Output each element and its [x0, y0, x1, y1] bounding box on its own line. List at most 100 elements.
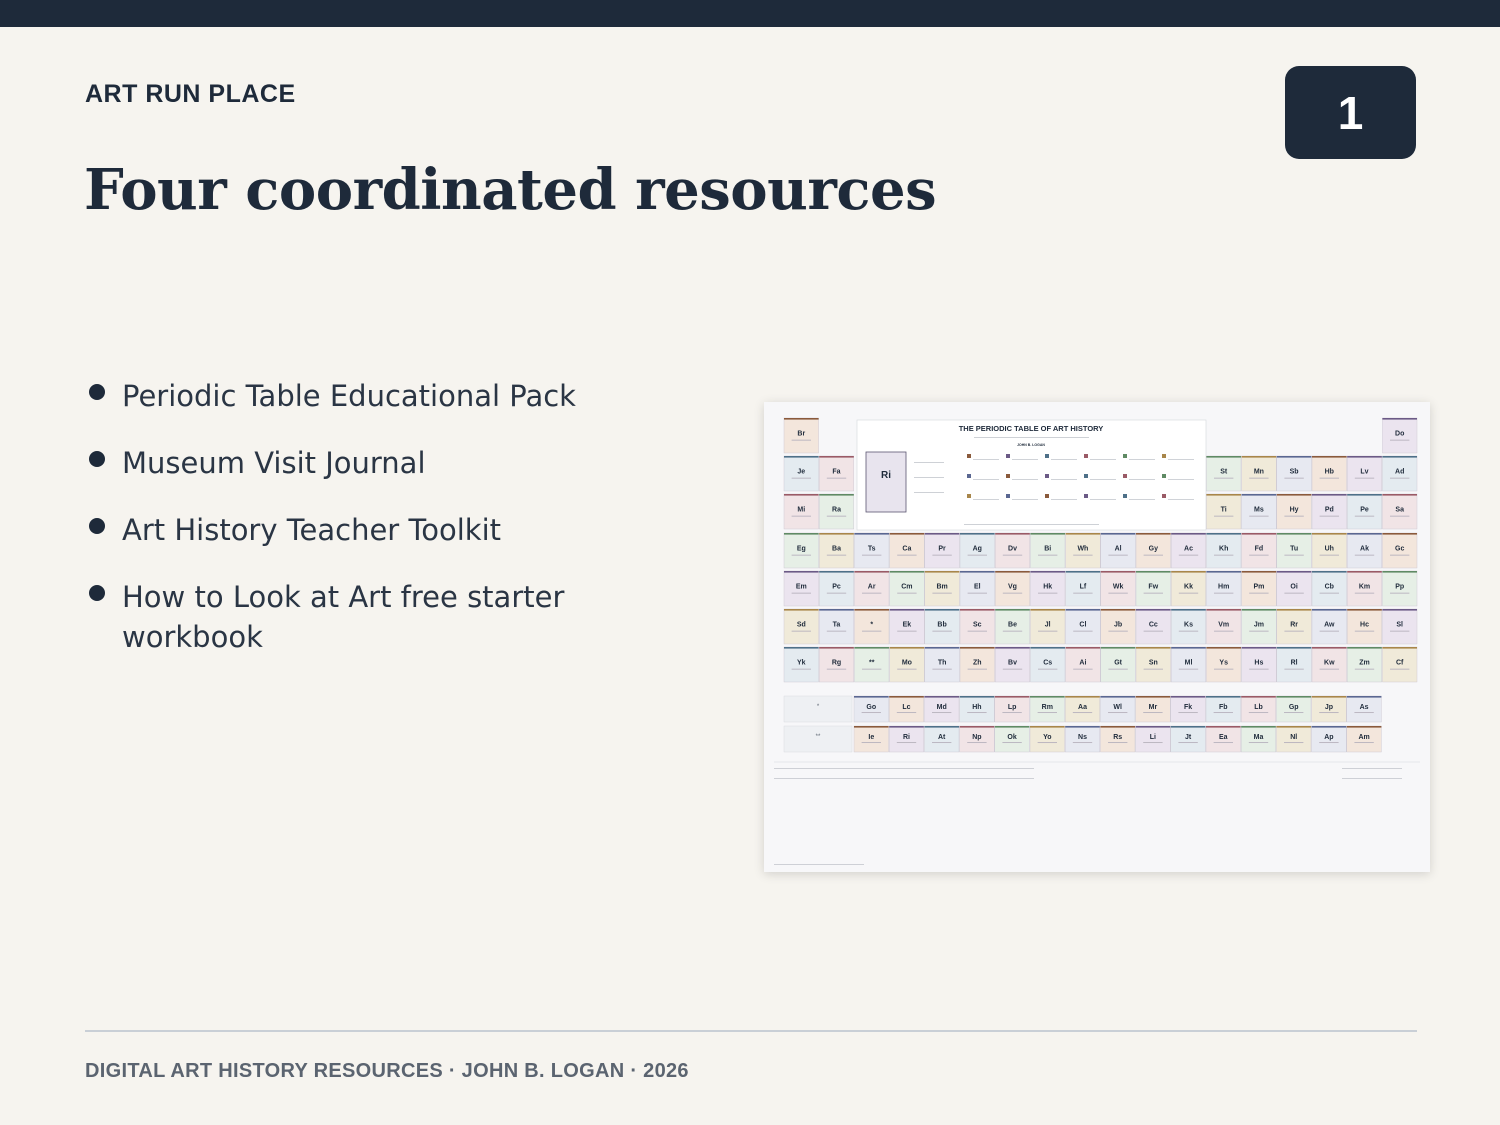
element-cell: Vg — [994, 570, 1030, 607]
element-cell: Lv — [1347, 455, 1383, 492]
element-cell: Rr — [1276, 608, 1312, 645]
element-symbol: Lf — [1080, 584, 1087, 591]
element-cell: Ap — [1311, 725, 1347, 753]
element-cell: Bm — [924, 570, 960, 607]
element-symbol: Hm — [1218, 584, 1229, 591]
element-symbol: Ts — [868, 546, 876, 553]
element-symbol: Hs — [1254, 660, 1263, 667]
element-cell: Ba — [819, 532, 854, 569]
element-cell: Jm — [1241, 608, 1277, 645]
series-marker: ** — [816, 734, 821, 740]
element-cell: Gp — [1276, 695, 1312, 723]
element-cell: Ie — [853, 725, 889, 753]
element-cell: Oi — [1276, 570, 1312, 607]
element-cell: Jb — [1100, 608, 1136, 645]
element-symbol: Ti — [1221, 507, 1227, 514]
element-symbol: Mr — [1149, 704, 1158, 711]
element-cell: Br — [783, 417, 819, 454]
element-cell: Rl — [1276, 646, 1312, 683]
element-cell: Dv — [994, 532, 1030, 569]
element-symbol: Hb — [1325, 469, 1334, 476]
element-cell: Sc — [959, 608, 995, 645]
element-symbol: Cb — [1325, 584, 1334, 591]
element-cell: Ml — [1171, 646, 1207, 683]
element-symbol: El — [974, 584, 981, 591]
element-symbol: Be — [1008, 622, 1017, 629]
element-symbol: Yk — [797, 660, 806, 667]
element-symbol: Fk — [1184, 704, 1192, 711]
element-symbol: Pe — [1360, 507, 1369, 514]
element-cell: Zh — [959, 646, 995, 683]
bullet-dot-icon — [89, 518, 105, 534]
element-cell: Ea — [1205, 725, 1241, 753]
element-symbol: Li — [1150, 734, 1156, 741]
element-cell: ** — [854, 646, 890, 683]
slide-number-badge: 1 — [1285, 66, 1416, 159]
element-cell: Jt — [1170, 725, 1206, 753]
element-cell: Hs — [1241, 646, 1277, 683]
element-symbol: Uh — [1325, 546, 1334, 553]
element-cell: Ek — [889, 608, 925, 645]
element-symbol: Ai — [1079, 660, 1086, 667]
list-item-label: How to Look at Art free starter workbook — [122, 580, 565, 654]
element-cell: Jl — [1030, 608, 1066, 645]
element-symbol: Gy — [1149, 546, 1158, 553]
element-symbol: Ea — [1219, 734, 1228, 741]
element-symbol: Dv — [1008, 546, 1017, 553]
element-symbol: Zh — [973, 660, 982, 667]
element-symbol: Ak — [1360, 546, 1369, 553]
element-cell: Ti — [1206, 493, 1242, 530]
element-symbol: Jb — [1114, 622, 1122, 629]
element-symbol: Mi — [797, 507, 805, 514]
element-cell: Ad — [1382, 455, 1418, 492]
element-symbol: Hh — [972, 704, 981, 711]
element-cell: Kk — [1171, 570, 1207, 607]
top-bar — [0, 0, 1500, 27]
element-cell: Pc — [819, 570, 854, 607]
element-cell: Ca — [889, 532, 925, 569]
element-symbol: Jm — [1254, 622, 1264, 629]
slide-title: Four coordinated resources — [84, 157, 937, 223]
poster-author: JOHN B. LOGAN — [1017, 443, 1045, 447]
element-symbol: Pm — [1253, 584, 1264, 591]
periodic-table-poster: THE PERIODIC TABLE OF ART HISTORY JOHN B… — [764, 402, 1430, 872]
element-cell: Go — [853, 695, 889, 723]
element-cell: Mo — [889, 646, 925, 683]
element-symbol: Pp — [1395, 584, 1404, 591]
element-symbol: Aw — [1324, 622, 1335, 629]
element-cell: Md — [924, 695, 960, 723]
element-symbol: Ns — [1078, 734, 1087, 741]
element-symbol: Ta — [833, 622, 841, 629]
element-symbol: Gt — [1114, 660, 1122, 667]
element-cell: Ts — [854, 532, 890, 569]
element-symbol: Wh — [1077, 546, 1088, 553]
element-symbol: Cf — [1396, 660, 1404, 667]
element-symbol: Kk — [1184, 584, 1193, 591]
list-item: Museum Visit Journal — [88, 443, 648, 483]
element-cell: Mn — [1241, 455, 1277, 492]
element-cell: Kh — [1206, 532, 1242, 569]
element-symbol: Ra — [832, 507, 841, 514]
list-item: How to Look at Art free starter workbook — [88, 577, 648, 657]
element-cell: Aw — [1311, 608, 1347, 645]
element-symbol: Ba — [832, 546, 841, 553]
element-symbol: Cc — [1149, 622, 1158, 629]
element-cell: Zm — [1347, 646, 1383, 683]
element-symbol: Th — [938, 660, 947, 667]
element-symbol: Rr — [1290, 622, 1298, 629]
element-symbol: Ok — [1007, 734, 1016, 741]
element-cell: Pm — [1241, 570, 1277, 607]
element-symbol: Yo — [1043, 734, 1051, 741]
element-symbol: Sl — [1396, 622, 1403, 629]
element-symbol: Ml — [1185, 660, 1193, 667]
element-symbol: Mn — [1254, 469, 1264, 476]
element-cell: Mr — [1135, 695, 1171, 723]
element-cell: Bb — [924, 608, 960, 645]
element-cell: Ys — [1206, 646, 1242, 683]
element-cell: Mi — [783, 493, 819, 530]
element-symbol: Ek — [903, 622, 912, 629]
element-symbol: Rg — [832, 660, 841, 667]
element-symbol: Gp — [1289, 704, 1299, 711]
element-symbol: Lc — [902, 704, 910, 711]
element-symbol: Ys — [1219, 660, 1228, 667]
